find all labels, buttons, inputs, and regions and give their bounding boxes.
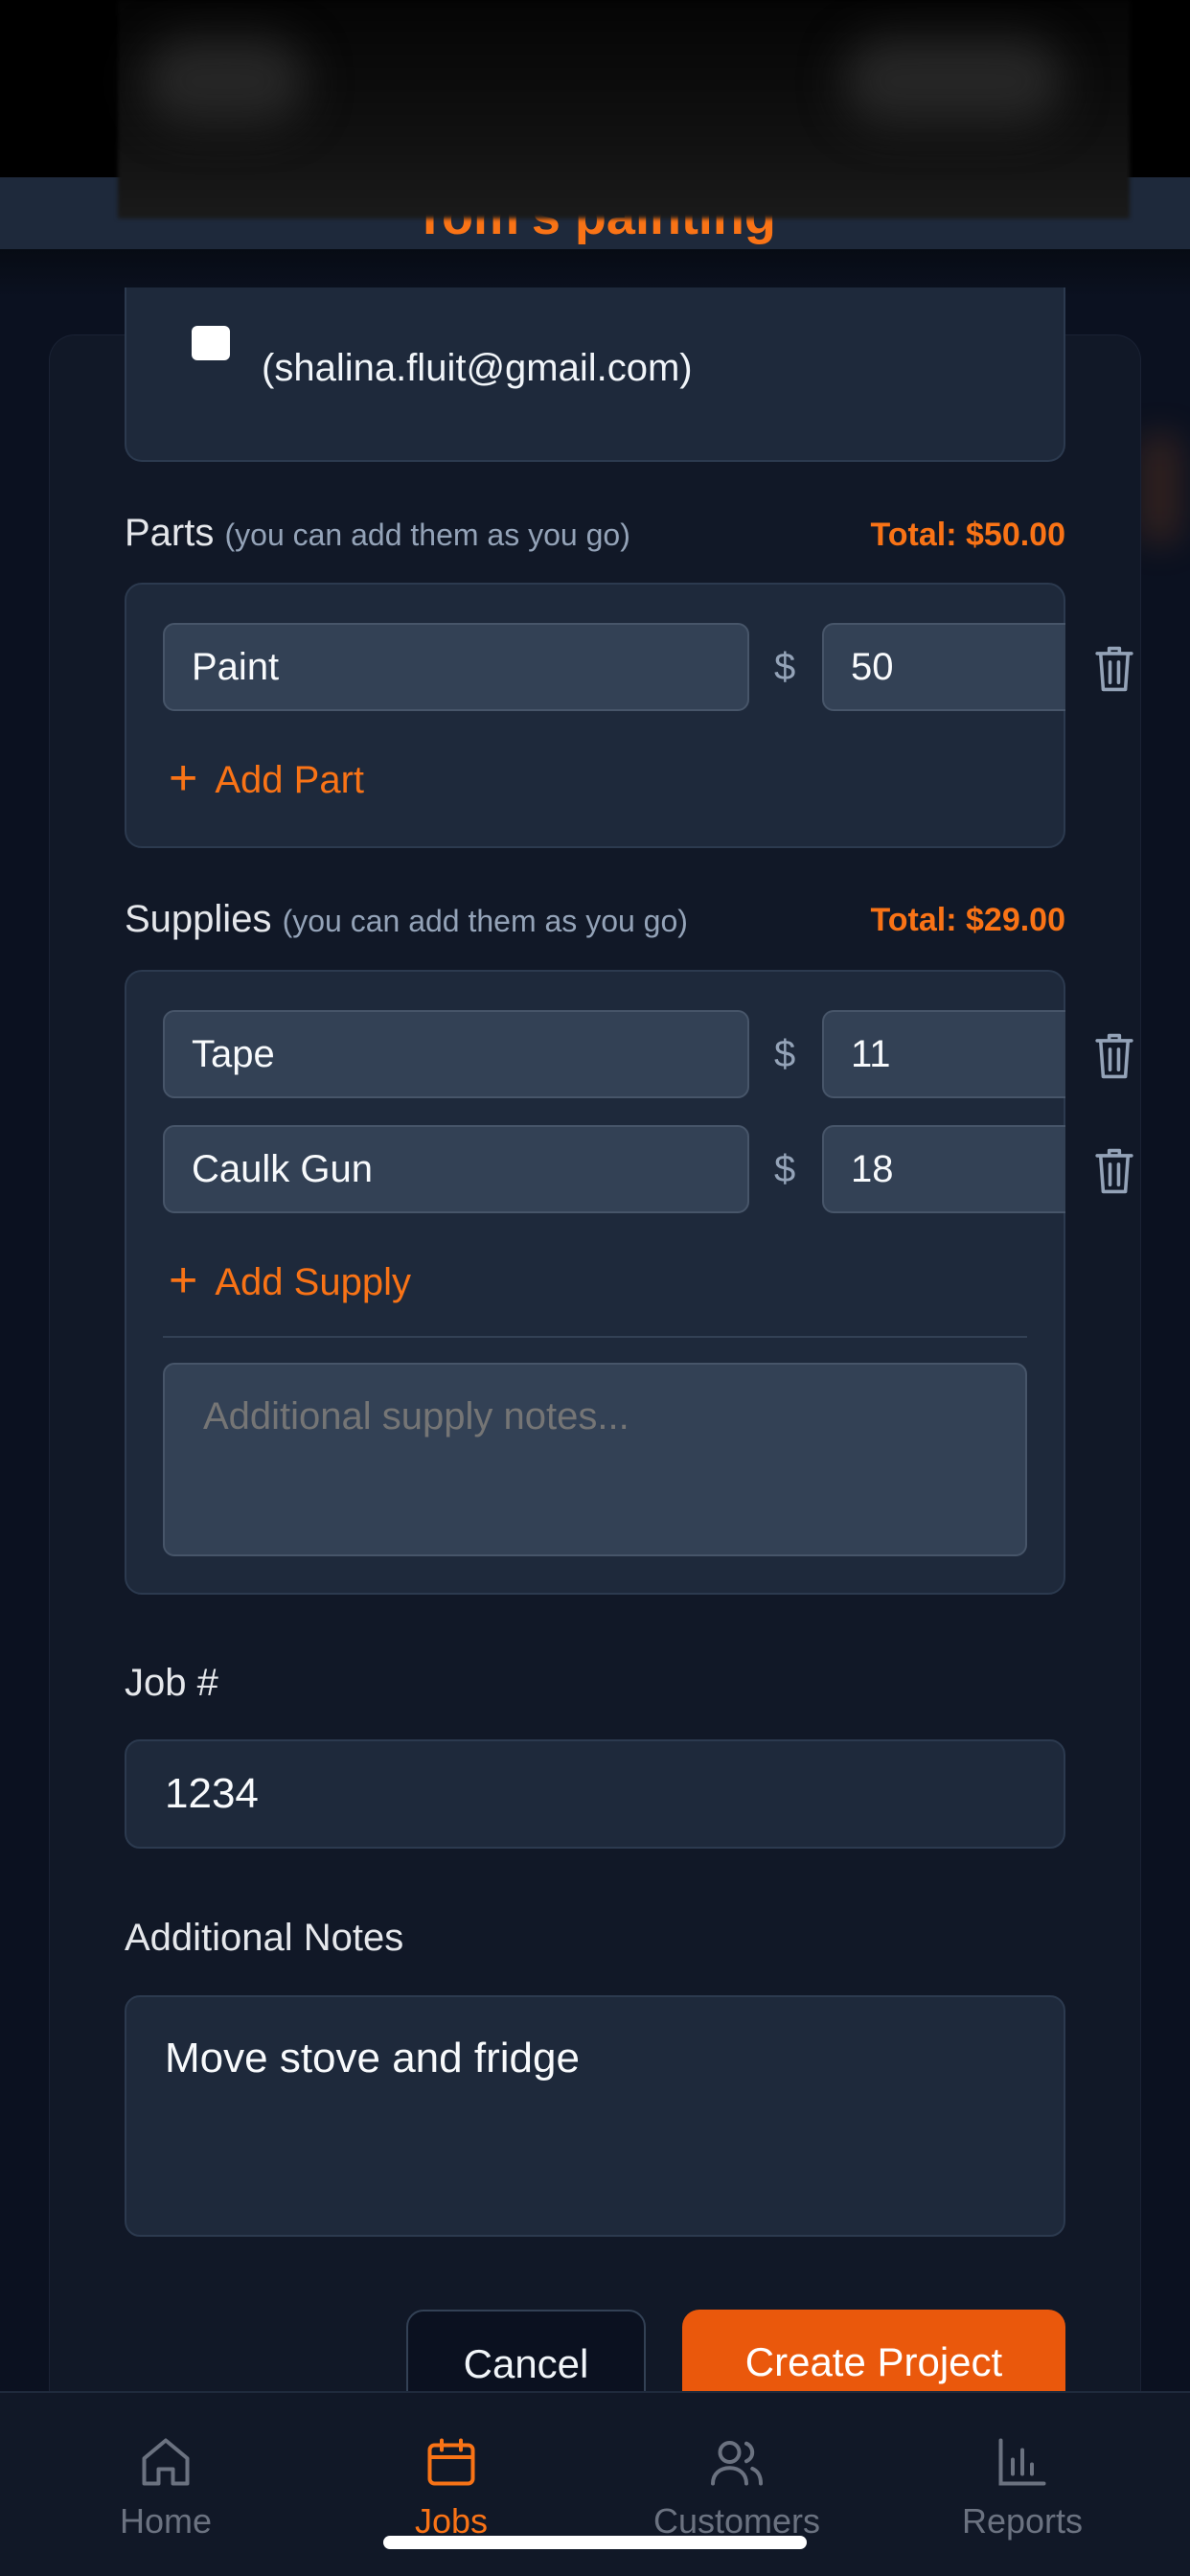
nav-home[interactable]: Home xyxy=(46,2393,286,2576)
add-part-button[interactable]: + Add Part xyxy=(169,753,364,807)
job-number-label: Job # xyxy=(125,1662,218,1704)
supply-amount-input-2[interactable]: 18 xyxy=(822,1125,1065,1213)
parts-hint: (you can add them as you go) xyxy=(224,518,630,552)
parts-label: Parts (you can add them as you go) xyxy=(125,510,630,558)
plus-icon: + xyxy=(169,1253,198,1308)
background-glow xyxy=(1140,436,1179,541)
calendar-icon xyxy=(427,2438,475,2486)
nav-reports-label: Reports xyxy=(961,2501,1084,2541)
blurred-status-icons xyxy=(843,38,1064,125)
supply-name-input-1[interactable]: Tape xyxy=(163,1010,749,1098)
part-currency: $ xyxy=(774,646,796,688)
supply-name-input-2[interactable]: Caulk Gun xyxy=(163,1125,749,1213)
supply-notes-input[interactable] xyxy=(163,1363,1027,1556)
home-indicator xyxy=(383,2536,807,2549)
trash-icon[interactable] xyxy=(1093,645,1135,693)
supplies-title: Supplies xyxy=(125,898,272,940)
bar-chart-icon xyxy=(998,2438,1046,2486)
add-supply-button[interactable]: + Add Supply xyxy=(169,1255,411,1309)
add-part-label: Add Part xyxy=(215,759,365,801)
trash-icon[interactable] xyxy=(1093,1147,1135,1195)
nav-reports[interactable]: Reports xyxy=(903,2393,1142,2576)
part-name-input[interactable]: Paint xyxy=(163,623,749,711)
nav-home-label: Home xyxy=(119,2501,213,2541)
part-amount-input[interactable]: 50 xyxy=(822,623,1065,711)
supplies-total: Total: $29.00 xyxy=(870,902,1065,938)
additional-notes-label: Additional Notes xyxy=(125,1917,404,1959)
parts-title: Parts xyxy=(125,512,215,554)
additional-notes-input[interactable]: Move stove and fridge xyxy=(125,1995,1065,2237)
users-icon xyxy=(711,2441,763,2486)
supply-amount-input-1[interactable]: 11 xyxy=(822,1010,1065,1098)
home-icon xyxy=(142,2438,190,2486)
job-number-input[interactable]: 1234 xyxy=(125,1739,1065,1849)
add-supply-label: Add Supply xyxy=(215,1261,411,1303)
plus-icon: + xyxy=(169,750,198,806)
customer-email: (shalina.fluit@gmail.com) xyxy=(262,347,693,389)
supply-currency-1: $ xyxy=(774,1033,796,1075)
supplies-divider xyxy=(163,1336,1027,1338)
trash-icon[interactable] xyxy=(1093,1032,1135,1080)
customer-checkbox[interactable] xyxy=(192,326,230,360)
blurred-time xyxy=(144,38,307,125)
supply-currency-2: $ xyxy=(774,1148,796,1190)
supplies-hint: (you can add them as you go) xyxy=(282,904,688,938)
supplies-label: Supplies (you can add them as you go) xyxy=(125,896,688,944)
parts-total: Total: $50.00 xyxy=(870,517,1065,553)
